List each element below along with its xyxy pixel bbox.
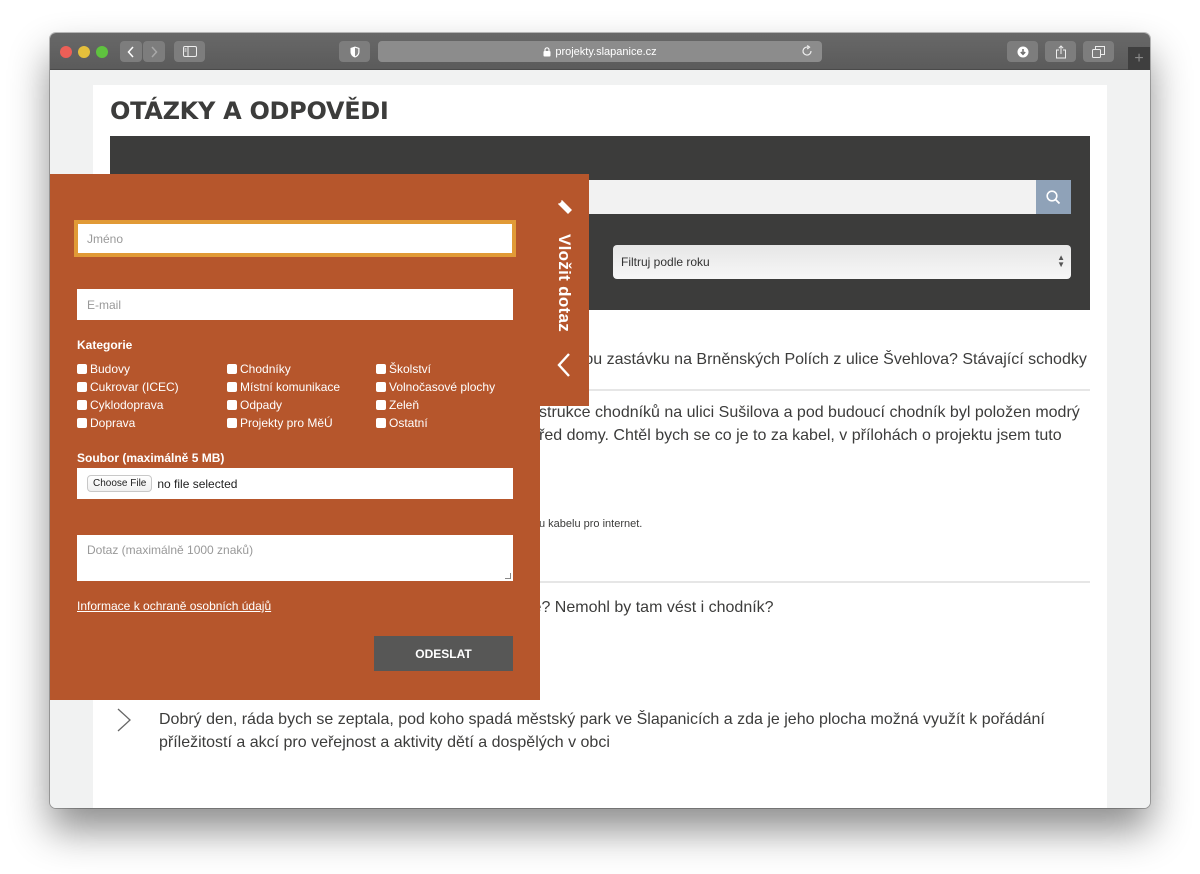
checkbox[interactable] bbox=[376, 400, 386, 410]
toggle-form-tab[interactable]: Vložit dotaz bbox=[540, 174, 589, 406]
pencil-icon bbox=[558, 200, 572, 214]
name-input[interactable]: Jméno bbox=[74, 220, 516, 257]
category-checkbox-cukrovar[interactable]: Cukrovar (ICEC) bbox=[77, 379, 179, 395]
tab-overview-button[interactable] bbox=[1083, 41, 1114, 62]
answer-2-text: u kabelu pro internet. bbox=[539, 518, 643, 530]
category-checkbox-odpady[interactable]: Odpady bbox=[227, 397, 282, 413]
chevron-left-icon bbox=[127, 45, 134, 58]
checkbox[interactable] bbox=[77, 418, 87, 428]
close-window-button[interactable] bbox=[60, 46, 72, 58]
question-4-line-1[interactable]: Dobrý den, ráda bych se zeptala, pod koh… bbox=[159, 708, 1045, 732]
new-tab-button[interactable]: + bbox=[1128, 47, 1150, 70]
checkbox[interactable] bbox=[227, 418, 237, 428]
question-2-line-2[interactable]: řed domy. Chtěl bych se co je to za kabe… bbox=[539, 424, 1062, 448]
page-title: OTÁZKY A ODPOVĚDI bbox=[110, 97, 389, 125]
checkbox[interactable] bbox=[227, 364, 237, 374]
tab-label: Vložit dotaz bbox=[555, 234, 574, 333]
chevron-left-icon bbox=[557, 353, 570, 377]
reload-icon[interactable] bbox=[800, 44, 814, 58]
select-arrows-icon: ▲ ▼ bbox=[1057, 253, 1065, 269]
file-label: Soubor (maximálně 5 MB) bbox=[77, 451, 225, 465]
zoom-window-button[interactable] bbox=[96, 46, 108, 58]
question-4-line-2[interactable]: příležitostí a akcí pro veřejnost a akti… bbox=[159, 731, 610, 755]
year-filter-select[interactable]: Filtruj podle roku ▲ ▼ bbox=[613, 245, 1071, 279]
checkbox[interactable] bbox=[376, 364, 386, 374]
chevron-right-icon[interactable] bbox=[116, 708, 132, 732]
page-viewport: OTÁZKY A ODPOVĚDI Filtruj podle roku ▲ ▼ … bbox=[50, 70, 1150, 808]
minimize-window-button[interactable] bbox=[78, 46, 90, 58]
checkbox[interactable] bbox=[376, 382, 386, 392]
share-icon bbox=[1055, 44, 1066, 58]
submit-button[interactable]: ODESLAT bbox=[374, 636, 513, 671]
browser-toolbar: projekty.slapanice.cz + bbox=[50, 33, 1150, 70]
question-2-line-1[interactable]: strukce chodníků na ulici Sušilova a pod… bbox=[539, 401, 1080, 425]
category-checkbox-projekty-pro-meu[interactable]: Projekty pro MěÚ bbox=[227, 415, 333, 431]
search-button[interactable] bbox=[1036, 180, 1071, 214]
question-form-panel: Jméno E-mail Kategorie Budovy Cukrovar (… bbox=[50, 174, 540, 700]
checkbox[interactable] bbox=[227, 400, 237, 410]
shield-icon bbox=[350, 46, 359, 57]
email-placeholder: E-mail bbox=[87, 297, 122, 312]
category-checkbox-skolstvi[interactable]: Školství bbox=[376, 361, 431, 377]
year-filter-value: Filtruj podle roku bbox=[621, 255, 710, 269]
category-checkbox-zelen[interactable]: Zeleň bbox=[376, 397, 419, 413]
question-textarea[interactable]: Dotaz (maximálně 1000 znaků) bbox=[77, 535, 513, 581]
share-button[interactable] bbox=[1045, 41, 1076, 62]
privacy-report-button[interactable] bbox=[339, 41, 370, 62]
file-status: no file selected bbox=[157, 476, 238, 491]
checkbox[interactable] bbox=[77, 400, 87, 410]
question-placeholder: Dotaz (maximálně 1000 znaků) bbox=[87, 543, 254, 557]
forward-button[interactable] bbox=[143, 41, 165, 62]
resize-handle[interactable] bbox=[505, 573, 511, 579]
chevron-right-icon bbox=[151, 45, 158, 58]
download-icon bbox=[1017, 46, 1028, 57]
category-checkbox-doprava[interactable]: Doprava bbox=[77, 415, 135, 431]
tabs-icon bbox=[1092, 45, 1105, 58]
privacy-info-link[interactable]: Informace k ochraně osobních údajů bbox=[77, 599, 271, 613]
checkbox[interactable] bbox=[77, 382, 87, 392]
browser-window: projekty.slapanice.cz + OTÁZKY A ODPOVĚD… bbox=[50, 33, 1150, 808]
categories-label: Kategorie bbox=[77, 338, 133, 352]
category-checkbox-mistni-komunikace[interactable]: Místní komunikace bbox=[227, 379, 340, 395]
downloads-button[interactable] bbox=[1007, 41, 1038, 62]
category-checkbox-cyklodoprava[interactable]: Cyklodoprava bbox=[77, 397, 163, 413]
name-placeholder: Jméno bbox=[87, 231, 124, 246]
sidebar-icon bbox=[182, 46, 197, 57]
back-button[interactable] bbox=[120, 41, 142, 62]
choose-file-button[interactable]: Choose File bbox=[87, 475, 153, 492]
checkbox[interactable] bbox=[227, 382, 237, 392]
category-checkbox-chodniky[interactable]: Chodníky bbox=[227, 361, 291, 377]
sidebar-button[interactable] bbox=[174, 41, 205, 62]
email-input[interactable]: E-mail bbox=[77, 289, 513, 320]
address-bar[interactable]: projekty.slapanice.cz bbox=[378, 41, 822, 62]
checkbox[interactable] bbox=[376, 418, 386, 428]
file-input[interactable]: Choose File no file selected bbox=[77, 468, 513, 499]
category-checkbox-volnocasove-plochy[interactable]: Volnočasové plochy bbox=[376, 379, 495, 395]
category-checkbox-budovy[interactable]: Budovy bbox=[77, 361, 130, 377]
category-checkbox-ostatni[interactable]: Ostatní bbox=[376, 415, 428, 431]
search-icon bbox=[1046, 189, 1061, 204]
question-1-text[interactable]: vlakovou zastávku na Brněnských Polích z… bbox=[539, 348, 1087, 372]
url-text: projekty.slapanice.cz bbox=[555, 45, 657, 58]
lock-icon bbox=[543, 46, 551, 56]
checkbox[interactable] bbox=[77, 364, 87, 374]
